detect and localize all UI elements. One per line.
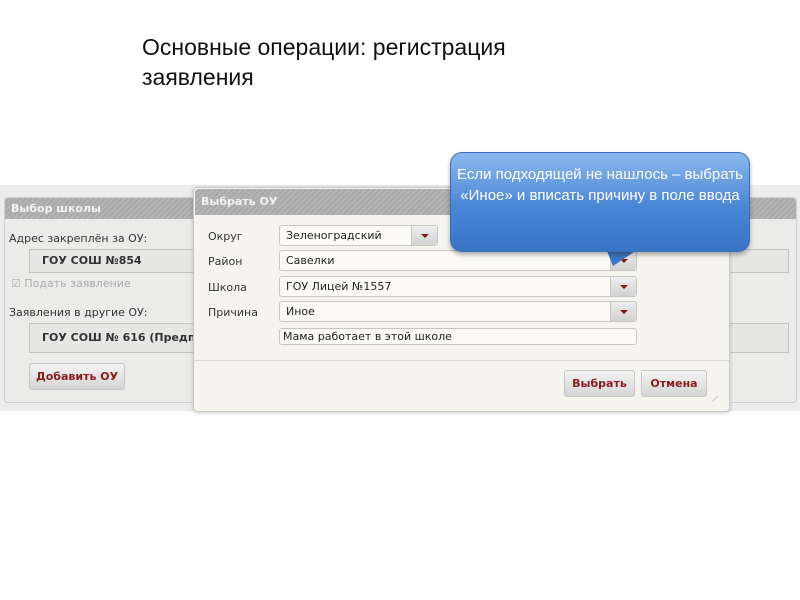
chevron-down-icon: [610, 302, 636, 321]
area-label: Район: [208, 255, 243, 268]
cancel-button[interactable]: Отмена: [641, 370, 707, 397]
callout-tooltip: Если подходящей не нашлось – выбрать «Ин…: [450, 152, 750, 252]
checkbox-icon: ☑: [11, 277, 21, 290]
reason-text-input[interactable]: Мама работает в этой школе: [279, 328, 637, 345]
reason-label: Причина: [208, 306, 258, 319]
school-label: Школа: [208, 281, 247, 294]
chevron-down-icon: [610, 277, 636, 296]
reason-select[interactable]: Иное: [279, 301, 637, 322]
select-button[interactable]: Выбрать: [564, 370, 635, 397]
submit-checkbox[interactable]: ☑ Подать заявление: [11, 277, 131, 290]
other-label: Заявления в другие ОУ:: [9, 306, 148, 319]
district-label: Округ: [208, 230, 243, 243]
slide-title: Основные операции: регистрация заявления: [142, 34, 506, 90]
address-label: Адрес закреплён за ОУ:: [9, 232, 148, 245]
chevron-down-icon: [411, 226, 437, 245]
school-select[interactable]: ГОУ Лицей №1557: [279, 276, 637, 297]
area-select[interactable]: Савелки: [279, 250, 637, 271]
resize-grip-icon[interactable]: ⟋: [712, 395, 718, 405]
add-school-button[interactable]: Добавить ОУ: [29, 363, 125, 390]
district-select[interactable]: Зеленоградский: [279, 225, 438, 246]
dialog-divider: [194, 360, 729, 361]
